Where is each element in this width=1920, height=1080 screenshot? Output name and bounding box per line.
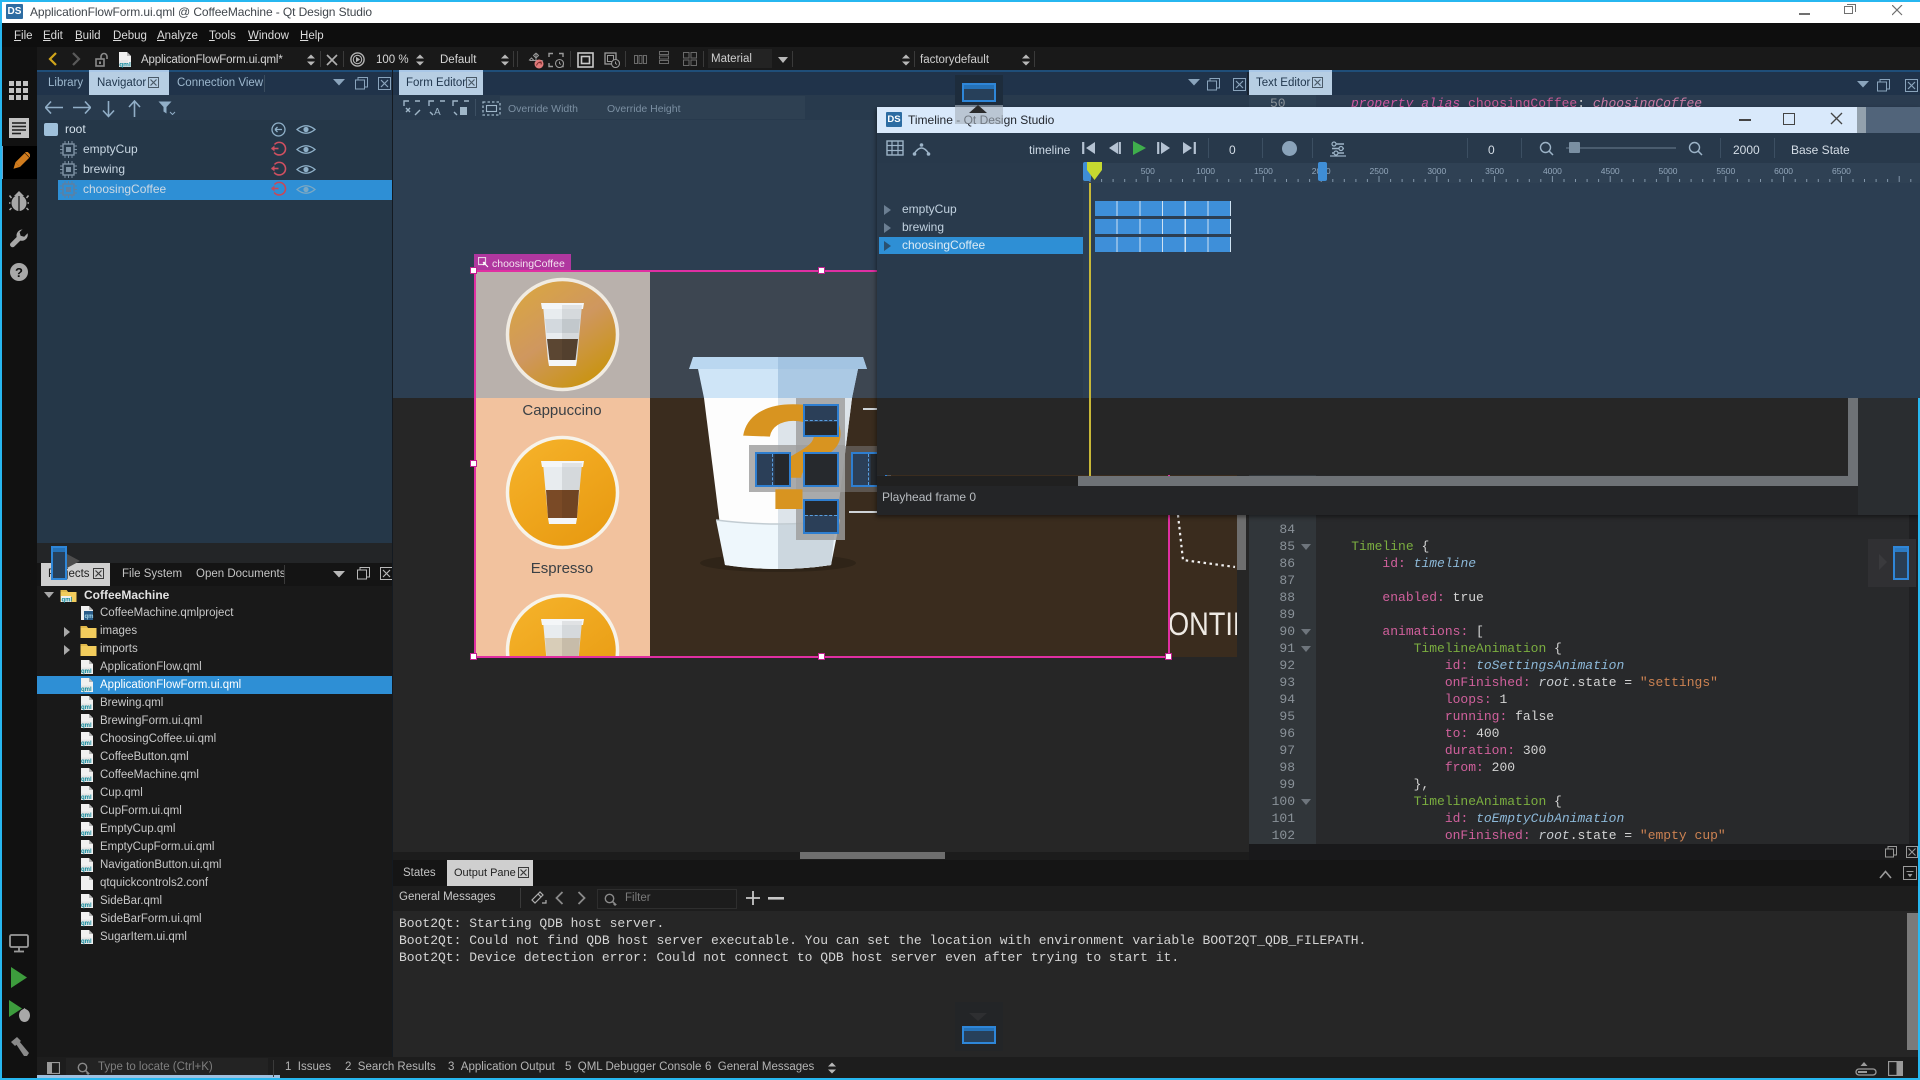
svg-text:qml: qml (81, 939, 92, 945)
svg-text:qm: qm (85, 614, 94, 620)
svg-text:6000: 6000 (1774, 166, 1793, 176)
svg-text:qml: qml (81, 741, 92, 747)
svg-text:qml: qml (119, 62, 131, 69)
svg-text:qml: qml (81, 705, 92, 711)
svg-text:5500: 5500 (1716, 166, 1735, 176)
svg-text:qml: qml (81, 921, 92, 927)
svg-text:qml: qml (81, 903, 92, 909)
svg-text:qml: qml (81, 813, 92, 819)
svg-text:qml: qml (81, 669, 92, 675)
svg-text:qml: qml (81, 867, 92, 873)
svg-text:A: A (434, 107, 441, 116)
svg-text:qml: qml (81, 795, 92, 801)
svg-text:qml: qml (81, 849, 92, 855)
svg-text:qml: qml (62, 598, 73, 604)
svg-text:1500: 1500 (1254, 166, 1273, 176)
svg-text:5000: 5000 (1659, 166, 1678, 176)
svg-text:qml: qml (81, 759, 92, 765)
svg-text:500: 500 (1141, 166, 1155, 176)
svg-text:qml: qml (81, 777, 92, 783)
svg-text:2500: 2500 (1370, 166, 1389, 176)
svg-text:4000: 4000 (1543, 166, 1562, 176)
svg-text:1000: 1000 (1196, 166, 1215, 176)
svg-text:qml: qml (81, 831, 92, 837)
svg-text:6500: 6500 (1832, 166, 1851, 176)
svg-text:?: ? (15, 265, 23, 280)
svg-text:qml: qml (81, 687, 92, 693)
svg-text:3500: 3500 (1485, 166, 1504, 176)
svg-text:3000: 3000 (1427, 166, 1446, 176)
svg-text:4500: 4500 (1601, 166, 1620, 176)
svg-text:qml: qml (81, 723, 92, 729)
